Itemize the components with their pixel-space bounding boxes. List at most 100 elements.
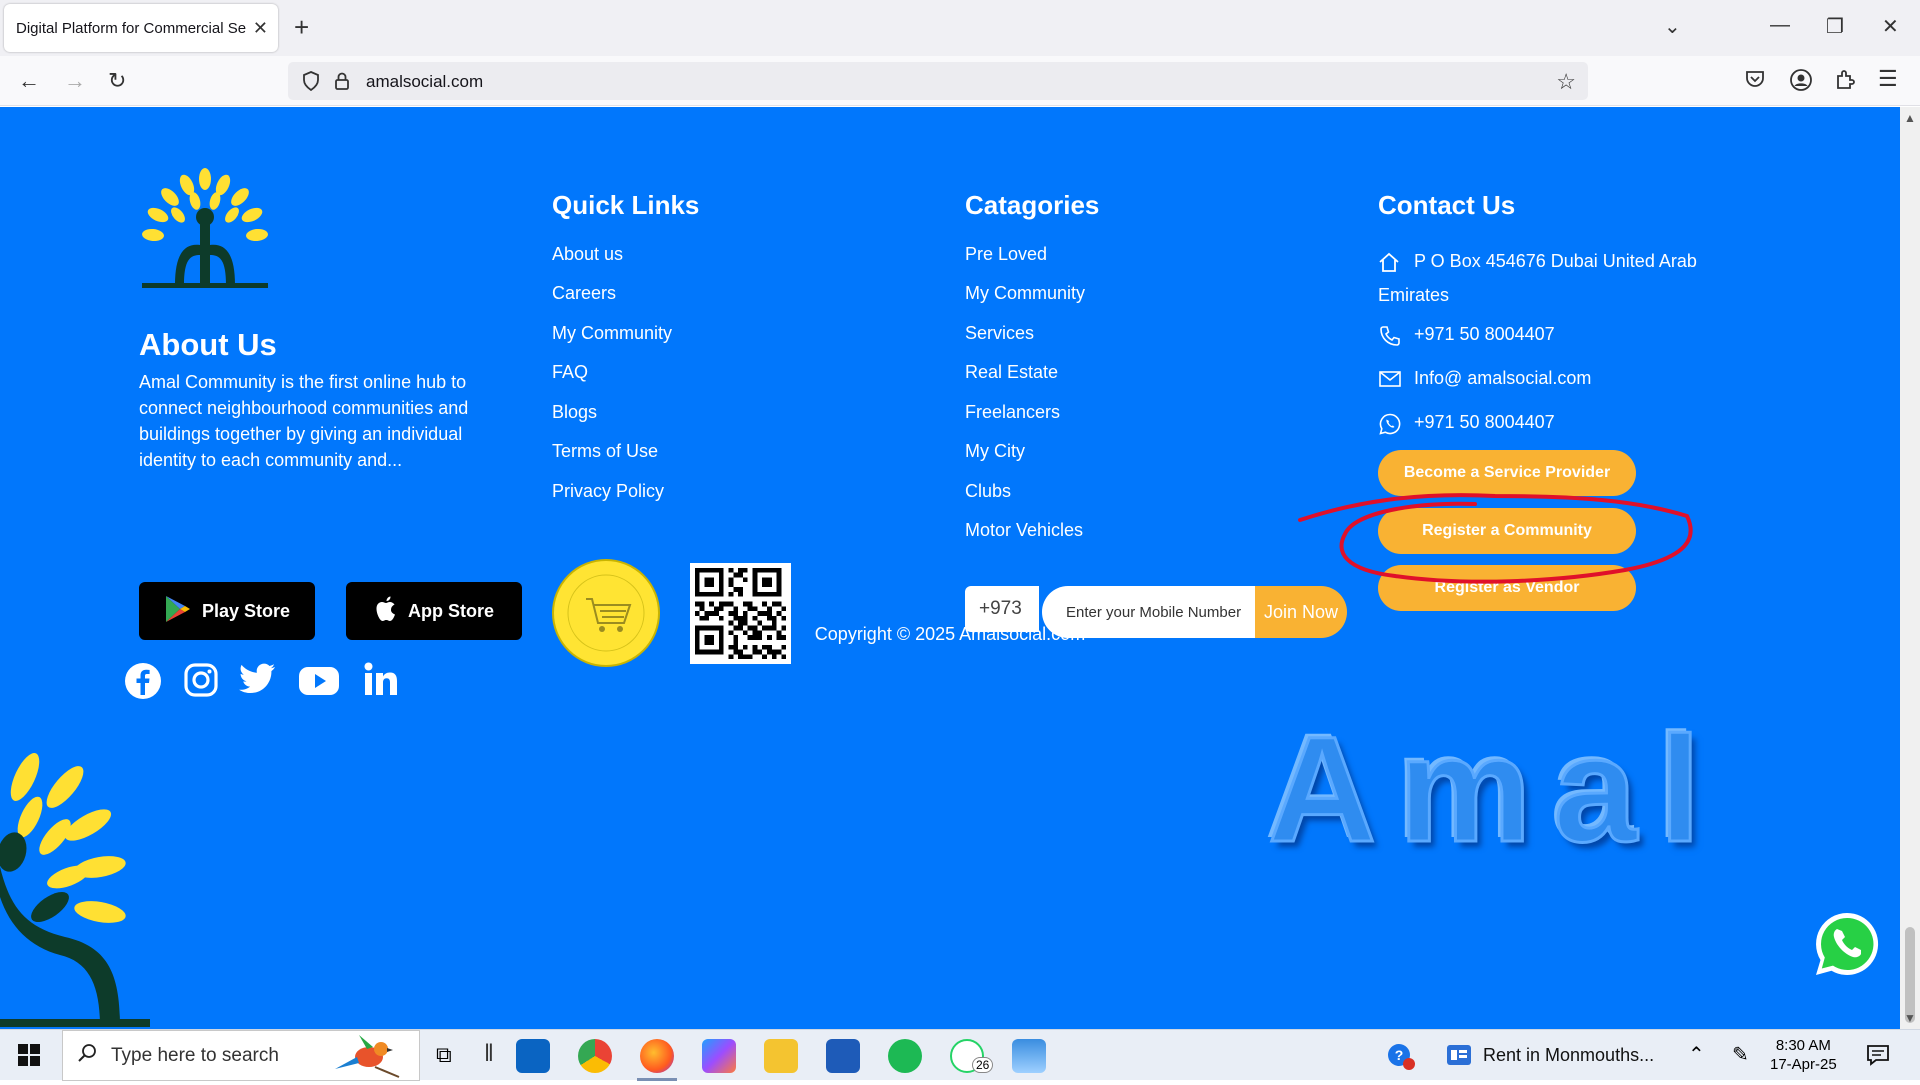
whatsapp-unread-badge: 26 [972, 1057, 994, 1073]
whatsapp-icon [1378, 412, 1402, 441]
tab-title: Digital Platform for Commercial Ser [16, 19, 247, 37]
clock-date: 17-Apr-25 [1770, 1056, 1837, 1073]
back-arrow-icon[interactable]: ← [18, 68, 40, 94]
category-my-city[interactable]: My City [965, 441, 1025, 462]
task-view-icon[interactable]: ⧉ [436, 1042, 452, 1068]
notifications-icon[interactable] [1866, 1043, 1890, 1072]
file-explorer-icon[interactable] [764, 1039, 798, 1073]
category-clubs[interactable]: Clubs [965, 481, 1011, 502]
pocket-icon[interactable] [1744, 68, 1766, 95]
bird-decoration-icon [329, 1033, 415, 1085]
minimize-icon[interactable]: — [1770, 14, 1790, 37]
restore-icon[interactable]: ❐ [1826, 14, 1844, 39]
firefox-app-icon[interactable] [640, 1039, 674, 1073]
page-scrollbar[interactable]: ▲ ▼ [1900, 107, 1920, 1029]
whatsapp-float-button[interactable] [1812, 909, 1882, 984]
play-store-label: Play Store [201, 600, 291, 621]
link-faq[interactable]: FAQ [552, 362, 588, 383]
category-services[interactable]: Services [965, 323, 1034, 344]
clock-time: 8:30 AM [1775, 1037, 1831, 1054]
svg-text:?: ? [1395, 1047, 1404, 1063]
pen-icon[interactable]: ✎ [1732, 1042, 1749, 1067]
address-text: P O Box 454676 Dubai United Arab Emirate… [1378, 251, 1697, 305]
link-about-us[interactable]: About us [552, 244, 623, 265]
scroll-up-arrow-icon[interactable]: ▲ [1904, 111, 1916, 125]
scroll-thumb[interactable] [1905, 927, 1915, 1023]
browser-nav-bar: ← → ↻ amalsocial.com ☆ ☰ [0, 56, 1920, 106]
link-careers[interactable]: Careers [552, 283, 616, 304]
home-icon [1378, 250, 1400, 284]
news-widget-text[interactable]: Rent in Monmouths... [1483, 1045, 1654, 1066]
twitter-icon[interactable] [239, 662, 277, 701]
phone-icon [1378, 324, 1402, 353]
windows-start-icon[interactable] [18, 1044, 40, 1071]
site-footer: About Us Amal Community is the first onl… [0, 107, 1900, 1029]
link-privacy[interactable]: Privacy Policy [552, 481, 664, 502]
email-text: Info@ amalsocial.com [1414, 368, 1592, 388]
word-app-icon[interactable] [826, 1039, 860, 1073]
lock-icon[interactable] [334, 71, 350, 96]
consumer-rights-badge[interactable] [552, 559, 660, 672]
tab-close-icon[interactable]: ✕ [253, 18, 268, 39]
amal-logo[interactable] [140, 165, 270, 295]
envelope-icon [1378, 368, 1402, 395]
contact-email[interactable]: Info@ amalsocial.com [1378, 368, 1591, 395]
category-my-community[interactable]: My Community [965, 283, 1085, 304]
account-icon[interactable] [1789, 68, 1813, 97]
spotify-app-icon[interactable] [888, 1039, 922, 1073]
shield-icon[interactable] [302, 71, 320, 96]
tab-list-chevron-icon[interactable]: ⌄ [1664, 14, 1681, 39]
contact-title: Contact Us [1378, 190, 1516, 220]
youtube-icon[interactable] [298, 665, 340, 702]
system-clock[interactable]: 8:30 AM 17-Apr-25 [1770, 1036, 1837, 1074]
browser-tab[interactable]: Digital Platform for Commercial Ser ✕ [4, 4, 278, 52]
facebook-icon[interactable] [124, 662, 162, 705]
address-bar[interactable]: amalsocial.com ☆ [288, 62, 1588, 100]
link-terms[interactable]: Terms of Use [552, 441, 658, 462]
reload-icon[interactable]: ↻ [108, 68, 126, 94]
new-tab-button[interactable]: + [294, 12, 309, 42]
search-icon [77, 1043, 97, 1069]
scroll-down-arrow-icon[interactable]: ▼ [1904, 1011, 1916, 1025]
category-pre-loved[interactable]: Pre Loved [965, 244, 1047, 265]
copilot-app-icon[interactable] [702, 1039, 736, 1073]
copyright-text: Copyright © 2025 Amalsocial.com [814, 624, 1086, 644]
link-blogs[interactable]: Blogs [552, 402, 597, 423]
category-freelancers[interactable]: Freelancers [965, 402, 1060, 423]
categories-title: Catagories [965, 190, 1100, 220]
category-real-estate[interactable]: Real Estate [965, 362, 1058, 383]
phone-text: +971 50 8004407 [1414, 324, 1555, 344]
instagram-icon[interactable] [183, 662, 219, 703]
taskbar-divider-icon: ‖ [484, 1040, 494, 1067]
chrome-app-icon[interactable] [578, 1039, 612, 1073]
news-widget-icon[interactable] [1446, 1044, 1472, 1071]
linkedin-icon[interactable] [364, 662, 398, 701]
apple-icon [374, 595, 398, 628]
qr-code[interactable] [690, 563, 791, 669]
contact-whatsapp[interactable]: +971 50 8004407 [1378, 412, 1555, 441]
help-icon[interactable]: ? [1386, 1042, 1416, 1077]
outlook-app-icon[interactable] [516, 1039, 550, 1073]
search-placeholder: Type here to search [111, 1044, 279, 1066]
taskbar-search-box[interactable]: Type here to search [62, 1030, 420, 1081]
contact-address: P O Box 454676 Dubai United Arab Emirate… [1378, 244, 1738, 312]
close-window-icon[interactable]: ✕ [1882, 14, 1899, 39]
whatsapp-text: +971 50 8004407 [1414, 412, 1555, 432]
bookmark-star-icon[interactable]: ☆ [1556, 69, 1576, 95]
link-my-community[interactable]: My Community [552, 323, 672, 344]
url-text[interactable]: amalsocial.com [366, 72, 483, 92]
tray-chevron-up-icon[interactable]: ⌃ [1688, 1042, 1705, 1067]
browser-tab-bar: Digital Platform for Commercial Ser ✕ + … [0, 0, 1920, 56]
quick-links-title: Quick Links [552, 190, 700, 220]
red-annotation-circle [1298, 493, 1693, 584]
contact-phone[interactable]: +971 50 8004407 [1378, 324, 1555, 353]
windows-taskbar: Type here to search ⧉ ‖ 26 ? Rent in Mon… [0, 1029, 1920, 1081]
forward-arrow-icon[interactable]: → [64, 68, 86, 94]
photos-app-icon[interactable] [1012, 1039, 1046, 1073]
category-motor-vehicles[interactable]: Motor Vehicles [965, 520, 1083, 541]
menu-icon[interactable]: ☰ [1878, 66, 1898, 92]
about-text: Amal Community is the first online hub t… [139, 372, 469, 470]
decorative-tree-graphic [0, 747, 170, 1029]
about-title: About Us [139, 327, 277, 362]
extensions-icon[interactable] [1834, 68, 1856, 95]
